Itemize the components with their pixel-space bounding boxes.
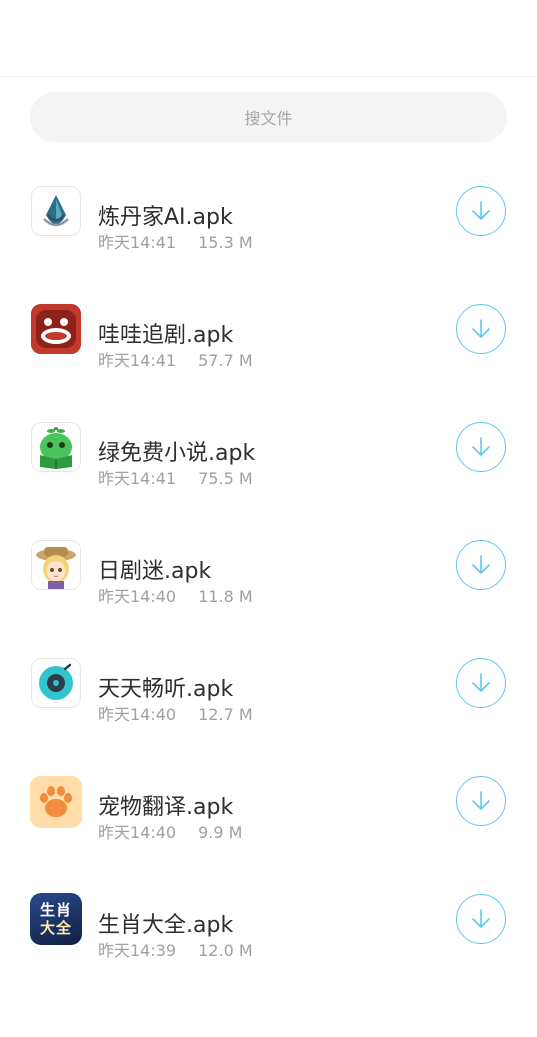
zodiac-app-icon: 生肖 大全 bbox=[30, 893, 82, 945]
pet-translate-app-icon bbox=[30, 776, 82, 828]
file-time: 昨天14:41 bbox=[98, 233, 177, 252]
download-arrow-icon bbox=[472, 555, 490, 574]
file-size: 11.8 M bbox=[198, 587, 253, 606]
file-meta: 昨天14:39 12.0 M bbox=[98, 937, 253, 961]
download-arrow-icon bbox=[472, 437, 490, 456]
search-placeholder: 搜文件 bbox=[244, 109, 293, 128]
file-time: 昨天14:39 bbox=[98, 941, 177, 960]
top-bar bbox=[0, 0, 537, 77]
file-name: 日剧迷.apk bbox=[98, 559, 212, 584]
file-time: 昨天14:40 bbox=[98, 705, 177, 724]
file-meta: 昨天14:41 15.3 M bbox=[98, 229, 253, 253]
download-button[interactable] bbox=[456, 894, 506, 944]
file-time: 昨天14:41 bbox=[98, 469, 177, 488]
alchemist-ai-app-icon bbox=[31, 186, 81, 236]
download-arrow-icon bbox=[472, 673, 490, 692]
file-size: 57.7 M bbox=[198, 351, 253, 370]
file-name: 生肖大全.apk bbox=[98, 913, 234, 938]
file-name: 炼丹家AI.apk bbox=[98, 205, 233, 230]
file-meta: 昨天14:40 12.7 M bbox=[98, 701, 253, 725]
download-arrow-icon bbox=[472, 319, 490, 338]
file-name: 绿免费小说.apk bbox=[98, 441, 256, 466]
download-button[interactable] bbox=[456, 658, 506, 708]
file-meta: 昨天14:40 11.8 M bbox=[98, 583, 253, 607]
file-time: 昨天14:40 bbox=[98, 823, 177, 842]
file-size: 12.0 M bbox=[198, 941, 253, 960]
icon-label-bottom: 大全 bbox=[39, 919, 72, 937]
file-size: 75.5 M bbox=[198, 469, 253, 488]
file-name: 哇哇追剧.apk bbox=[98, 323, 234, 348]
file-size: 12.7 M bbox=[198, 705, 253, 724]
download-arrow-icon bbox=[472, 909, 490, 928]
search-input[interactable]: 搜文件 bbox=[30, 92, 507, 142]
file-name: 天天畅听.apk bbox=[98, 677, 234, 702]
green-novel-app-icon bbox=[31, 422, 81, 472]
jdrama-fan-app-icon bbox=[31, 540, 81, 590]
download-button[interactable] bbox=[456, 422, 506, 472]
wawa-drama-app-icon bbox=[31, 304, 81, 354]
list-item[interactable]: 生肖 大全 生肖大全.apk 昨天14:39 12.0 M bbox=[0, 893, 537, 1037]
download-button[interactable] bbox=[456, 776, 506, 826]
file-meta: 昨天14:41 75.5 M bbox=[98, 465, 253, 489]
file-time: 昨天14:40 bbox=[98, 587, 177, 606]
download-button[interactable] bbox=[456, 186, 506, 236]
file-size: 15.3 M bbox=[198, 233, 253, 252]
file-name: 宠物翻译.apk bbox=[98, 795, 234, 820]
file-size: 9.9 M bbox=[198, 823, 243, 842]
download-button[interactable] bbox=[456, 540, 506, 590]
file-time: 昨天14:41 bbox=[98, 351, 177, 370]
file-meta: 昨天14:41 57.7 M bbox=[98, 347, 253, 371]
file-meta: 昨天14:40 9.9 M bbox=[98, 819, 242, 843]
daily-listen-app-icon bbox=[31, 658, 81, 708]
download-arrow-icon bbox=[472, 791, 490, 810]
download-button[interactable] bbox=[456, 304, 506, 354]
icon-label-top: 生肖 bbox=[39, 901, 72, 919]
download-arrow-icon bbox=[472, 201, 490, 220]
